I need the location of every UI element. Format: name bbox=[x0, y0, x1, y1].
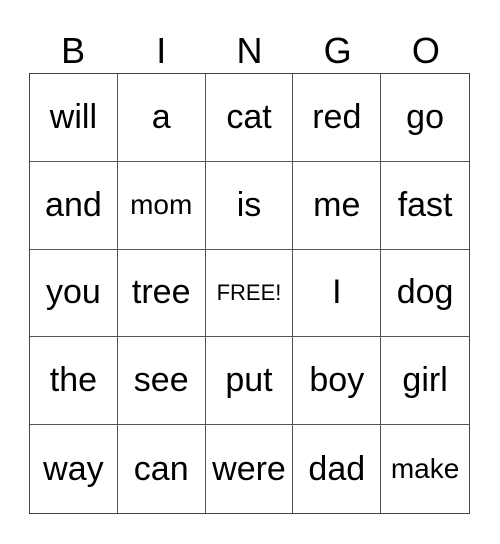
bingo-cell[interactable]: is bbox=[205, 161, 294, 250]
bingo-cell[interactable]: go bbox=[381, 74, 469, 162]
bingo-cell[interactable]: can bbox=[118, 425, 206, 513]
bingo-cell[interactable]: tree bbox=[117, 249, 206, 338]
bingo-cell[interactable]: red bbox=[293, 74, 382, 162]
bingo-cell[interactable]: and bbox=[30, 161, 118, 250]
bingo-cell[interactable]: I bbox=[293, 249, 382, 338]
bingo-cell[interactable]: put bbox=[205, 337, 294, 426]
header-letter-b: B bbox=[61, 30, 86, 71]
header-letter-n: N bbox=[236, 30, 263, 71]
header-letter-o: O bbox=[411, 30, 440, 71]
bingo-cell[interactable]: will bbox=[30, 74, 118, 162]
bingo-cell[interactable]: dad bbox=[293, 425, 382, 513]
bingo-header: B I N G O bbox=[29, 30, 470, 72]
bingo-cell[interactable]: you bbox=[30, 249, 118, 338]
bingo-cell[interactable]: girl bbox=[381, 337, 469, 426]
bingo-cell[interactable]: dog bbox=[381, 250, 469, 338]
bingo-cell[interactable]: fast bbox=[381, 162, 469, 250]
bingo-cell[interactable]: make bbox=[381, 425, 469, 513]
bingo-cell[interactable]: way bbox=[30, 425, 118, 513]
header-letter-g: G bbox=[323, 30, 352, 71]
bingo-cell[interactable]: the bbox=[30, 337, 118, 426]
header-letter-i: I bbox=[156, 30, 167, 71]
bingo-cell[interactable]: were bbox=[206, 425, 294, 513]
bingo-cell[interactable]: cat bbox=[205, 74, 294, 162]
bingo-cell[interactable]: boy bbox=[293, 337, 382, 426]
bingo-cell[interactable]: me bbox=[293, 161, 382, 250]
bingo-cell[interactable]: mom bbox=[117, 161, 206, 250]
free-space[interactable]: FREE! bbox=[205, 249, 294, 338]
bingo-cell[interactable]: see bbox=[117, 337, 206, 426]
bingo-card: will a cat red go and mom is me fast you… bbox=[29, 73, 470, 514]
bingo-cell[interactable]: a bbox=[117, 74, 206, 162]
